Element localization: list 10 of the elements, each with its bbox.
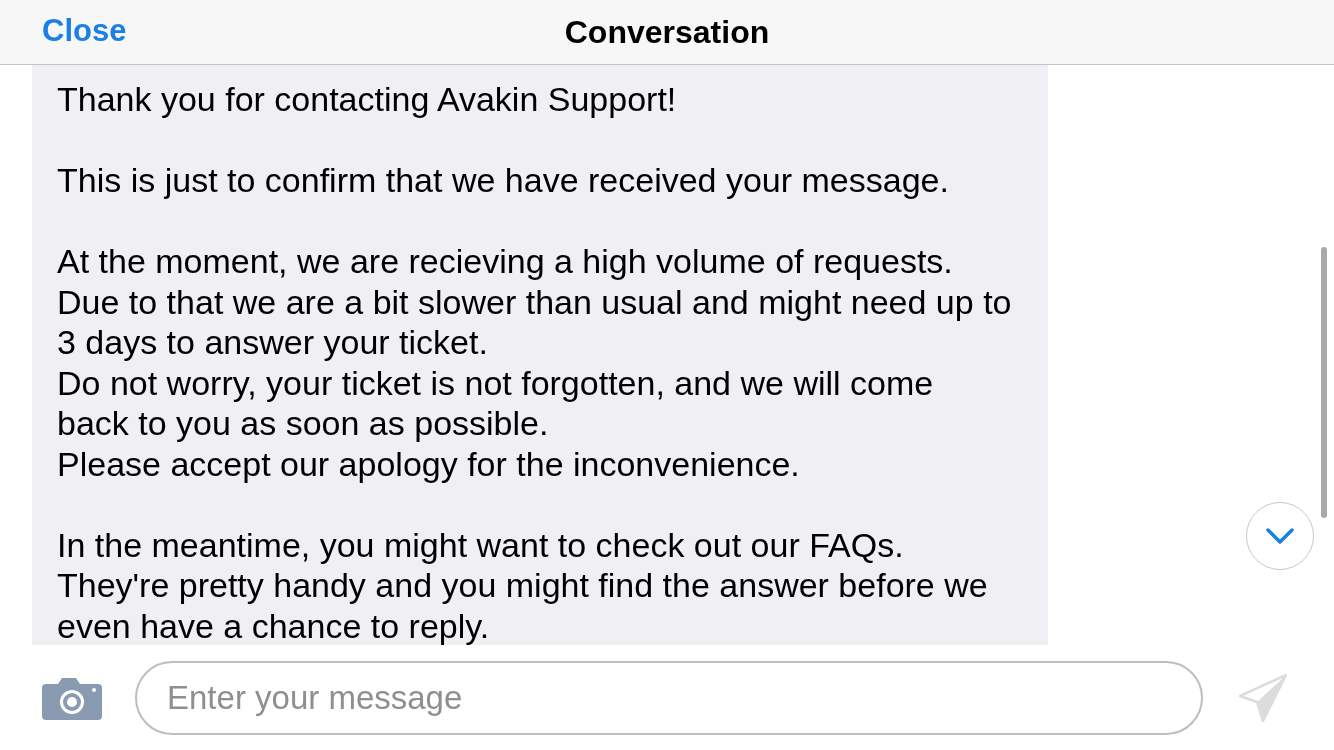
message-input[interactable]: Enter your message (135, 660, 1203, 735)
message-paragraph: Thank you for contacting Avakin Support! (57, 79, 677, 120)
message-paragraph: In the meantime, you might want to check out our FAQs. They're pretty handy and you might find the answer before we even have a chance to reply. (57, 524, 988, 645)
camera-icon[interactable] (42, 675, 102, 720)
message-paragraph: At the moment, we are recieving a high volume of requests. Due to that we are a bit slower than usual and might need up to 3 days to answer your ticket. Do not worry, your ticket is not forgotten, and we will come back to you as soon as possible. Please accept our apology for the inconvenience. (57, 241, 1012, 484)
conversation-title: Conversation (564, 13, 770, 52)
paper-plane-icon (1239, 673, 1287, 722)
message-paragraph: This is just to confirm that we have received your message. (57, 160, 949, 201)
chevron-down-icon (1266, 528, 1294, 544)
close-button[interactable]: Close (42, 12, 127, 50)
